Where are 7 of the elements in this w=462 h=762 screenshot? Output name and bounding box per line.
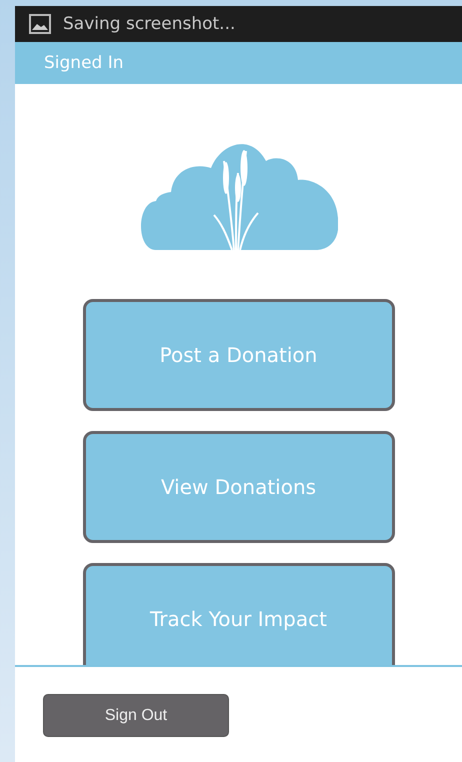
menu-button[interactable]: View Donations <box>82 431 394 543</box>
menu-button[interactable]: Post a Donation <box>82 299 394 411</box>
screen-title: Signed In <box>44 53 124 73</box>
menu-button[interactable]: Track Your Impact <box>82 563 394 665</box>
sign-out-button[interactable]: Sign Out <box>43 694 229 737</box>
notification-text: Saving screenshot... <box>63 14 236 34</box>
image-icon <box>29 14 51 34</box>
